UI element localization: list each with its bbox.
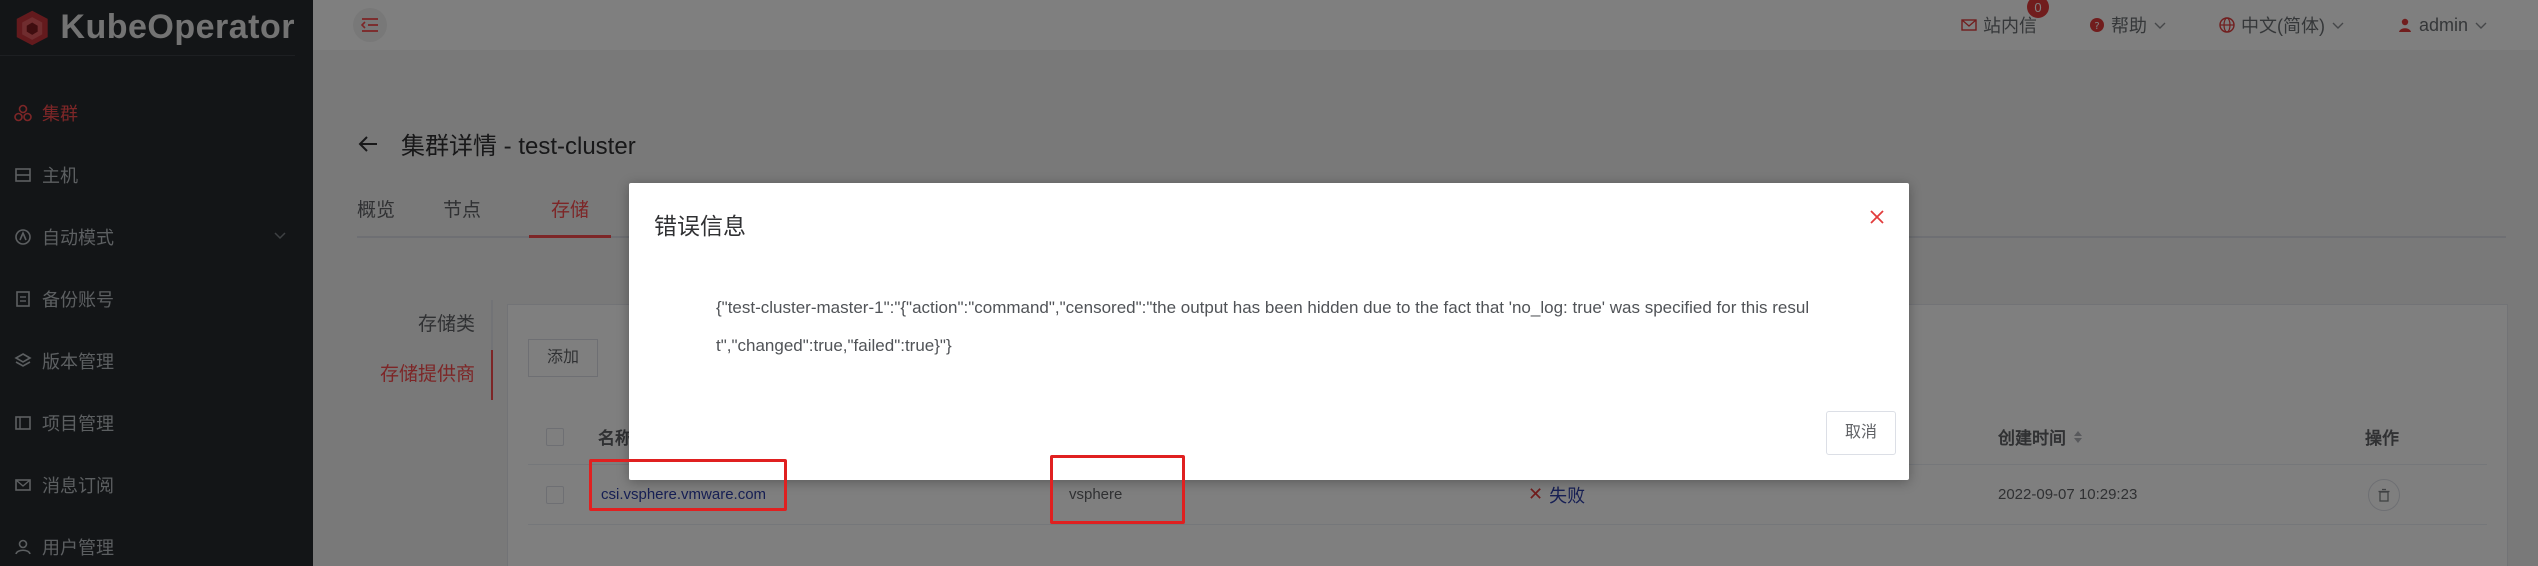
close-icon[interactable] (1867, 207, 1887, 227)
annotation-box-name (589, 459, 787, 511)
cancel-button[interactable]: 取消 (1825, 411, 1896, 455)
error-message: {"test-cluster-master-1":"{"action":"com… (716, 298, 1810, 355)
annotation-box-type (1050, 455, 1185, 524)
error-dialog: 错误信息 {"test-cluster-master-1":"{"action"… (629, 183, 1909, 480)
dialog-title: 错误信息 (654, 213, 746, 239)
